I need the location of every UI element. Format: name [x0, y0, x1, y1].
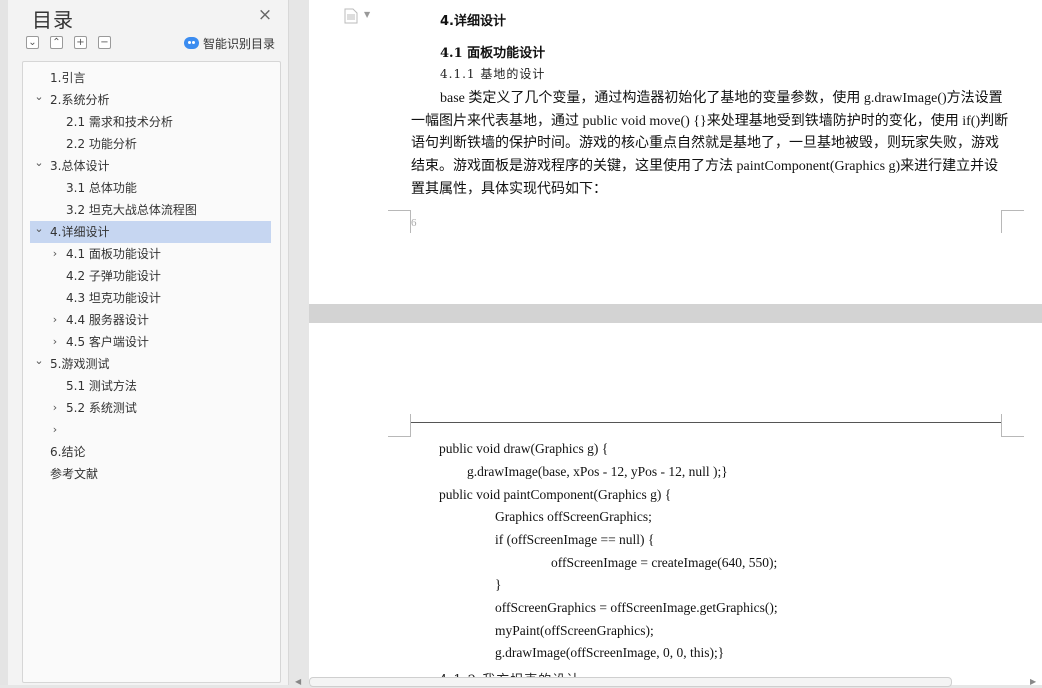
chevron-down-icon[interactable]: ▼	[364, 10, 370, 19]
toc-list: 1.引言 ⌄ 2.系统分析 2.1 需求和技术分析 2.2 功能分析 ⌄ 3.总体设计 3.1…	[22, 61, 281, 683]
code-line: myPaint(offScreenGraphics);	[495, 623, 654, 638]
toc-item[interactable]: 2.1 需求和技术分析	[30, 111, 271, 133]
toc-item[interactable]: 3.1 总体功能	[30, 177, 271, 199]
code-line: offScreenImage = createImage(640, 550);	[551, 555, 778, 570]
chevron-right-icon[interactable]: ›	[49, 309, 61, 331]
toc-item[interactable]: 3.2 坦克大战总体流程图	[30, 199, 271, 221]
chevron-right-icon[interactable]: ›	[49, 331, 61, 353]
horizontal-scrollbar[interactable]	[309, 677, 952, 687]
paragraph-line: 置其属性，具体实现代码如下：	[411, 182, 607, 197]
page-icon[interactable]	[344, 8, 358, 24]
remove-level-icon[interactable]: −	[98, 36, 111, 49]
code-line: Graphics offScreenGraphics;	[495, 509, 652, 524]
toc-item[interactable]: 4.3 坦克功能设计	[30, 287, 271, 309]
toc-sidebar: 目录 × ⌄ ⌃ + − 智能识别目录 1.引言 ⌄ 2.系统分析 2.1 需求和技术…	[0, 0, 289, 685]
toc-item-label: 4.5 客户端设计	[66, 335, 149, 349]
collapse-all-icon[interactable]: ⌃	[50, 36, 63, 49]
chevron-down-icon[interactable]: ⌄	[33, 86, 45, 108]
toc-item[interactable]: › 4.5 客户端设计	[30, 331, 271, 353]
crop-mark	[1001, 414, 1024, 437]
chevron-right-icon[interactable]: ›	[49, 397, 61, 419]
chevron-down-icon[interactable]: ⌄	[33, 152, 45, 174]
toc-item-label: 3.总体设计	[50, 159, 110, 173]
section-heading: 4.1 面板功能设计	[440, 46, 546, 61]
toc-item[interactable]: › 4.1 面板功能设计	[30, 243, 271, 265]
toc-title: 目录	[32, 8, 74, 32]
toc-item[interactable]: 2.2 功能分析	[30, 133, 271, 155]
crop-mark	[388, 414, 411, 437]
toc-item-label: 4.详细设计	[50, 225, 110, 239]
expand-all-icon[interactable]: ⌄	[26, 36, 39, 49]
smart-toc-button[interactable]: 智能识别目录	[184, 35, 275, 51]
page-2	[309, 323, 1042, 685]
toc-item-label: 4.4 服务器设计	[66, 313, 149, 327]
toc-item-label: 5.游戏测试	[50, 357, 110, 371]
toc-item-label: 5.1 测试方法	[66, 379, 137, 393]
toc-item[interactable]: 5.1 测试方法	[30, 375, 271, 397]
toc-item[interactable]: › 4.4 服务器设计	[30, 309, 271, 331]
code-line: g.drawImage(base, xPos - 12, yPos - 12, …	[467, 464, 728, 479]
sidebar-edge	[0, 0, 8, 685]
toc-item-label: 4.3 坦克功能设计	[66, 291, 161, 305]
page-number: 6	[411, 217, 417, 229]
toc-item[interactable]: 6.结论	[30, 441, 271, 463]
code-line: public void draw(Graphics g) {	[439, 441, 609, 456]
subsection-heading: 4.1.1 基地的设计	[440, 67, 546, 81]
header-rule	[411, 422, 1001, 423]
toc-item-label: 6.结论	[50, 445, 86, 459]
code-line: }	[495, 577, 502, 592]
toc-item[interactable]: 参考文献	[30, 463, 271, 485]
toc-item[interactable]: ›	[30, 419, 271, 441]
crop-mark	[1001, 210, 1024, 233]
chevron-down-icon[interactable]: ⌄	[33, 350, 45, 372]
toc-item-label: 3.1 总体功能	[66, 181, 137, 195]
code-line: offScreenGraphics = offScreenImage.getGr…	[495, 600, 778, 615]
paragraph-line: 一幅图片来代表基地，通过 public void move() {}来处理基地受…	[411, 114, 1009, 129]
code-line: if (offScreenImage == null) {	[495, 532, 655, 547]
toc-item[interactable]: 1.引言	[30, 67, 271, 89]
toc-item-label: 2.1 需求和技术分析	[66, 115, 173, 129]
paragraph-line: base 类定义了几个变量，通过构造器初始化了基地的变量参数，使用 g.draw…	[440, 91, 1003, 106]
chevron-right-icon[interactable]: ›	[49, 243, 61, 265]
page-1	[309, 0, 1042, 304]
toc-item-label: 参考文献	[50, 467, 99, 481]
chevron-right-icon[interactable]: ›	[49, 419, 61, 441]
add-level-icon[interactable]: +	[74, 36, 87, 49]
toc-item-label: 2.系统分析	[50, 93, 110, 107]
ai-icon	[184, 37, 199, 49]
toc-item[interactable]: 4.2 子弹功能设计	[30, 265, 271, 287]
toc-item-label: 2.2 功能分析	[66, 137, 137, 151]
toc-item-label: 1.引言	[50, 71, 86, 85]
code-line: g.drawImage(offScreenImage, 0, 0, this);…	[495, 645, 725, 660]
paragraph-line: 结束。游戏面板是游戏程序的关键，这里使用了方法 paintComponent(G…	[411, 159, 999, 174]
close-icon[interactable]: ×	[257, 7, 273, 24]
page-gap	[309, 304, 1042, 323]
chevron-down-icon[interactable]: ⌄	[33, 218, 45, 240]
toc-item[interactable]: ⌄ 4.详细设计	[30, 221, 271, 243]
paragraph-line: 语句判断铁墙的保护时间。游戏的核心重点自然就是基地了，一旦基地被毁，则玩家失败，…	[411, 136, 999, 151]
toc-item[interactable]: ⌄ 3.总体设计	[30, 155, 271, 177]
chapter-heading: 4.详细设计	[440, 14, 506, 29]
toc-item-label: 4.2 子弹功能设计	[66, 269, 161, 283]
toc-item-label: 3.2 坦克大战总体流程图	[66, 203, 197, 217]
smart-toc-label: 智能识别目录	[203, 36, 276, 51]
toc-item[interactable]: ⌄ 2.系统分析	[30, 89, 271, 111]
toc-item-label: 4.1 面板功能设计	[66, 247, 161, 261]
toc-item-label: 5.2 系统测试	[66, 401, 137, 415]
code-line: public void paintComponent(Graphics g) {	[439, 487, 672, 502]
toc-item[interactable]: ⌄ 5.游戏测试	[30, 353, 271, 375]
toc-item[interactable]: › 5.2 系统测试	[30, 397, 271, 419]
crop-mark	[388, 210, 411, 233]
